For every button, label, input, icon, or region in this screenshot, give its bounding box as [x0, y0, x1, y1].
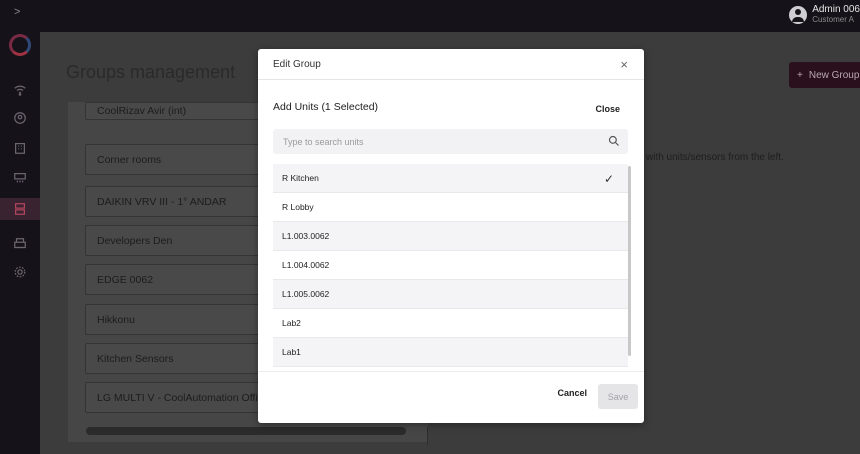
- unit-name: R Lobby: [282, 202, 314, 212]
- user-role: Customer A: [812, 15, 854, 24]
- printer-icon[interactable]: [12, 236, 28, 252]
- cancel-button[interactable]: Cancel: [557, 388, 587, 398]
- unit-search: [273, 129, 628, 154]
- plus-icon: +: [797, 69, 803, 81]
- empty-state-hint: with units/sensors from the left.: [646, 152, 784, 163]
- unit-search-input[interactable]: [273, 129, 583, 154]
- unit-row[interactable]: L1.004.0062: [273, 251, 628, 280]
- sidebar: >: [0, 0, 40, 454]
- user-menu[interactable]: Admin 006 Customer A: [789, 5, 860, 25]
- group-item[interactable]: Corner rooms: [85, 144, 285, 175]
- close-icon[interactable]: ×: [620, 57, 628, 72]
- unit-name: Lab1: [282, 347, 301, 357]
- group-item[interactable]: LG MULTI V - CoolAutomation Office: [85, 382, 285, 413]
- unit-row[interactable]: L1.003.0062: [273, 222, 628, 251]
- unit-row[interactable]: Lab2: [273, 309, 628, 338]
- unit-row[interactable]: R Kitchen ✓: [273, 164, 628, 193]
- unit-row[interactable]: Lab1: [273, 338, 628, 367]
- horizontal-scrollbar[interactable]: [86, 427, 406, 435]
- save-button[interactable]: Save: [598, 384, 638, 409]
- logo: [9, 34, 31, 56]
- unit-name: Lab2: [282, 318, 301, 328]
- group-item[interactable]: Kitchen Sensors: [85, 343, 285, 374]
- unit-row[interactable]: L1.005.0062: [273, 280, 628, 309]
- user-name: Admin 006: [812, 4, 860, 15]
- user-avatar-icon: [789, 6, 808, 24]
- air-conditioner-icon[interactable]: [12, 170, 28, 186]
- close-units-button[interactable]: Close: [595, 104, 620, 114]
- add-units-title: Add Units (1 Selected): [273, 101, 379, 113]
- footer-divider: [258, 371, 644, 372]
- top-bar: Admin 006 Customer A: [40, 0, 860, 32]
- unit-name: L1.004.0062: [282, 260, 330, 270]
- group-item[interactable]: Developers Den: [85, 225, 285, 256]
- group-item[interactable]: Hikkonu: [85, 304, 285, 335]
- new-group-label: New Group: [808, 69, 860, 81]
- search-icon: [608, 135, 619, 146]
- groups-icon[interactable]: [0, 198, 40, 220]
- group-item[interactable]: CoolRizav Avir (int): [85, 102, 285, 120]
- unit-row[interactable]: R Lobby: [273, 193, 628, 222]
- unit-list: R Kitchen ✓ R Lobby L1.003.0062 L1.004.0…: [273, 164, 628, 369]
- unit-name: L1.003.0062: [282, 231, 330, 241]
- wifi-icon[interactable]: [12, 82, 28, 98]
- location-icon[interactable]: [12, 110, 28, 126]
- unit-list-scrollbar[interactable]: [628, 166, 631, 356]
- chevron-right-icon[interactable]: >: [14, 6, 20, 18]
- group-item[interactable]: DAIKIN VRV III - 1° ANDAR: [85, 186, 285, 217]
- check-icon: ✓: [603, 172, 614, 186]
- edit-group-dialog: Edit Group × Add Units (1 Selected) Clos…: [258, 49, 644, 423]
- unit-name: R Kitchen: [282, 173, 319, 183]
- settings-icon[interactable]: [12, 264, 28, 280]
- dialog-header: Edit Group ×: [258, 49, 644, 80]
- group-item[interactable]: EDGE 0062: [85, 264, 285, 295]
- page-title: Groups management: [66, 62, 236, 82]
- divider: [427, 427, 428, 445]
- unit-name: L1.005.0062: [282, 289, 330, 299]
- new-group-button[interactable]: + New Group: [789, 62, 860, 88]
- building-icon[interactable]: [12, 140, 28, 156]
- dialog-title: Edit Group: [273, 59, 321, 70]
